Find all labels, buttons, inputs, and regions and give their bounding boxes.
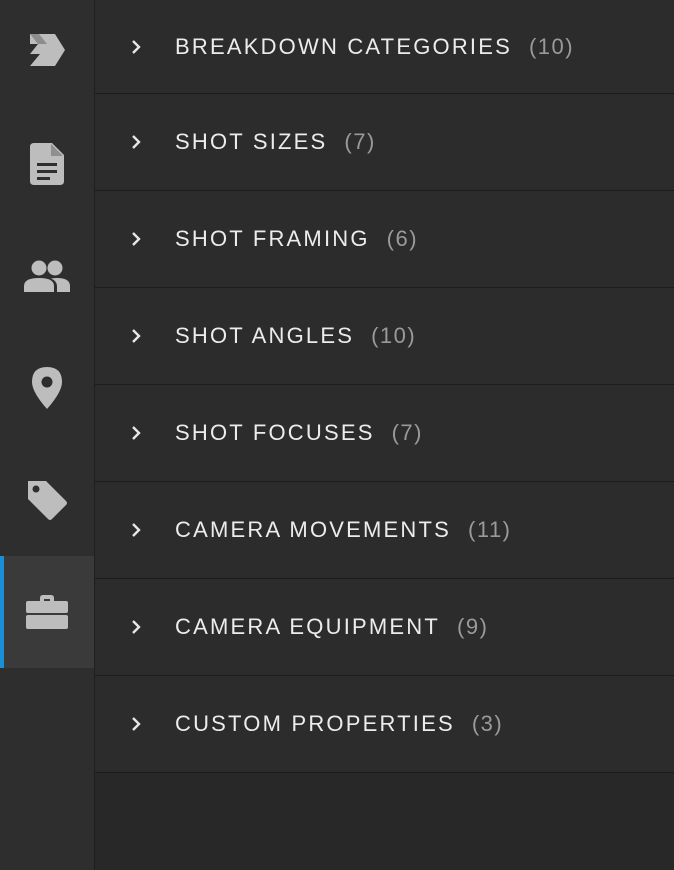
app-window: BREAKDOWN CATEGORIES (10) SHOT SIZES (7)…	[0, 0, 674, 870]
category-count: (7)	[344, 129, 376, 154]
category-count: (10)	[528, 33, 575, 59]
chevron-right-icon[interactable]	[128, 425, 144, 441]
toolbox-icon	[26, 595, 68, 629]
chevron-right-icon[interactable]	[128, 328, 144, 344]
category-row-shot-sizes[interactable]: SHOT SIZES (7)	[95, 94, 674, 191]
sidebar	[0, 0, 95, 870]
category-count: (9)	[457, 614, 489, 639]
category-label: SHOT ANGLES	[175, 323, 355, 348]
chevron-right-icon[interactable]	[128, 522, 144, 538]
sidebar-item-home[interactable]	[0, 0, 94, 100]
sidebar-item-toolbox[interactable]	[0, 556, 94, 668]
category-row-custom-properties[interactable]: CUSTOM PROPERTIES (3)	[95, 676, 674, 773]
category-count: (3)	[471, 711, 504, 736]
category-label: CAMERA MOVEMENTS	[175, 517, 452, 542]
sidebar-item-locations[interactable]	[0, 332, 94, 444]
category-label: CUSTOM PROPERTIES	[175, 711, 455, 736]
sidebar-item-tags[interactable]	[0, 444, 94, 556]
people-icon	[24, 260, 70, 292]
category-label: CAMERA EQUIPMENT	[175, 614, 441, 639]
category-label: SHOT FRAMING	[175, 226, 370, 251]
sidebar-item-cast[interactable]	[0, 220, 94, 332]
category-row-shot-focuses[interactable]: SHOT FOCUSES (7)	[95, 385, 674, 482]
category-row-shot-angles[interactable]: SHOT ANGLES (10)	[95, 288, 674, 385]
chevron-right-icon[interactable]	[128, 619, 144, 635]
location-pin-icon	[32, 367, 62, 409]
category-count: (6)	[386, 226, 419, 251]
category-row-camera-equipment[interactable]: CAMERA EQUIPMENT (9)	[95, 579, 674, 676]
category-label: BREAKDOWN CATEGORIES	[175, 33, 512, 59]
category-list: BREAKDOWN CATEGORIES (10) SHOT SIZES (7)…	[95, 0, 674, 870]
category-count: (11)	[468, 517, 512, 542]
chevron-right-icon[interactable]	[128, 231, 144, 247]
category-row-camera-movements[interactable]: CAMERA MOVEMENTS (11)	[95, 482, 674, 579]
sidebar-item-script[interactable]	[0, 108, 94, 220]
chevron-right-icon[interactable]	[128, 134, 144, 150]
logo-icon	[30, 34, 65, 66]
category-label: SHOT FOCUSES	[175, 420, 375, 445]
chevron-right-icon[interactable]	[128, 39, 144, 55]
document-icon	[30, 143, 64, 185]
category-label: SHOT SIZES	[175, 129, 328, 154]
tag-icon	[28, 481, 67, 520]
category-count: (10)	[371, 323, 417, 348]
category-row-shot-framing[interactable]: SHOT FRAMING (6)	[95, 191, 674, 288]
chevron-right-icon[interactable]	[128, 716, 144, 732]
category-row-breakdown-categories[interactable]: BREAKDOWN CATEGORIES (10)	[95, 0, 674, 94]
category-count: (7)	[391, 420, 423, 445]
